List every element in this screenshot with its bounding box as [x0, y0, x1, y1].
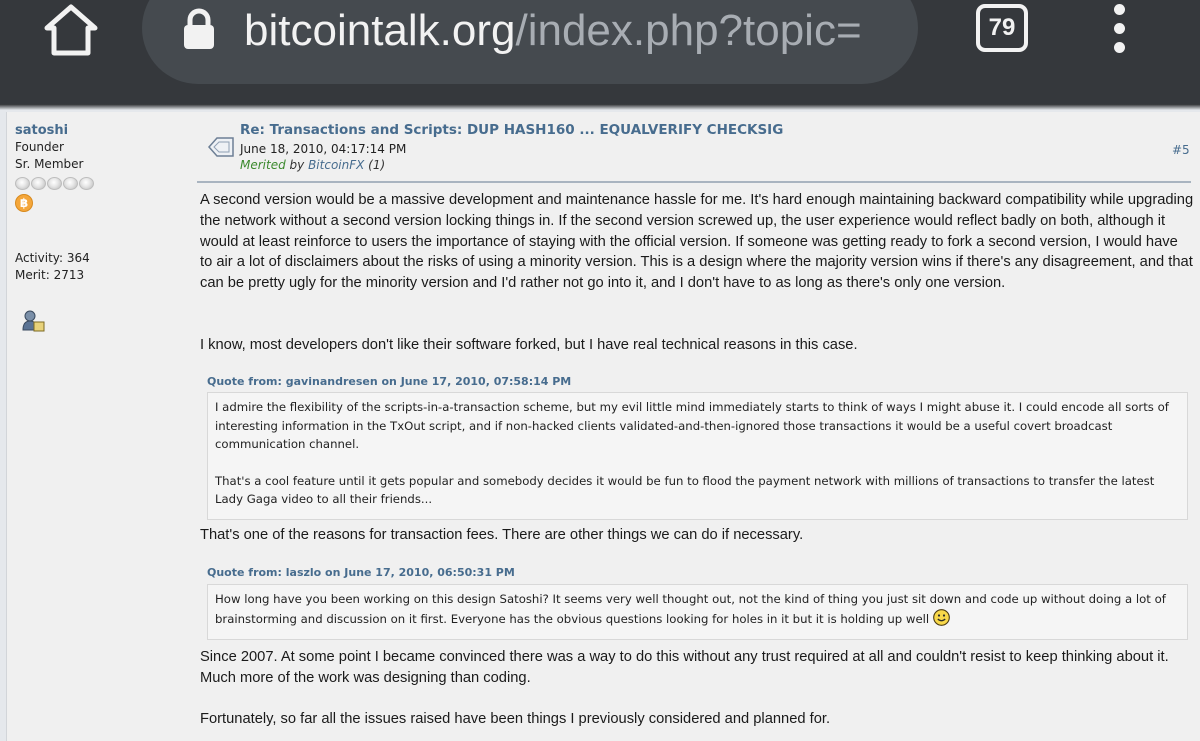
poster-merit: Merit: 2713 — [15, 268, 85, 282]
poster-name[interactable]: satoshi — [15, 122, 190, 139]
merited-line: Merited by BitcoinFX (1) — [240, 158, 385, 172]
quote-block: I admire the flexibility of the scripts-… — [207, 392, 1188, 520]
browser-toolbar: bitcointalk.org/index.php?topic= 79 — [0, 0, 1200, 104]
quote-paragraph: How long have you been working on this d… — [215, 592, 1166, 626]
star-icon — [47, 177, 62, 190]
merited-user-link[interactable]: BitcoinFX — [308, 158, 364, 172]
merited-count: (1) — [364, 158, 386, 172]
merited-by: by — [285, 158, 309, 172]
post-divider — [197, 181, 1191, 183]
view-profile-icon[interactable] — [21, 310, 45, 332]
url-path: /index.php?topic= — [515, 6, 862, 55]
quote-paragraph: That's a cool feature until it gets popu… — [215, 473, 1155, 507]
quote-block: How long have you been working on this d… — [207, 584, 1188, 640]
url-host: bitcointalk.org — [244, 6, 516, 55]
star-icon — [79, 177, 94, 190]
url-text[interactable]: bitcointalk.org/index.php?topic= — [244, 2, 900, 60]
smiley-icon — [933, 608, 950, 626]
post-paragraph: That's one of the reasons for transactio… — [200, 527, 804, 543]
post-number-link[interactable]: #5 — [1172, 143, 1190, 157]
post-paragraph: I know, most developers don't like their… — [200, 337, 858, 353]
rank-stars — [15, 177, 190, 190]
star-icon — [63, 177, 78, 190]
more-vert-icon[interactable] — [1102, 0, 1136, 56]
star-icon — [31, 177, 46, 190]
post-date: June 18, 2010, 04:17:14 PM — [240, 142, 407, 156]
home-button[interactable] — [40, 0, 102, 60]
star-icon — [15, 177, 30, 190]
quote-header-link[interactable]: Quote from: gavinandresen on June 17, 20… — [207, 375, 571, 388]
poster-title: Founder — [15, 140, 64, 154]
quote-header-link[interactable]: Quote from: laszlo on June 17, 2010, 06:… — [207, 566, 515, 579]
home-icon — [44, 4, 98, 56]
poster-info: satoshi Founder Sr. Member ฿ Activity: 3… — [15, 122, 190, 284]
lock-icon — [184, 8, 214, 49]
message-icon — [207, 137, 234, 157]
forum-post: satoshi Founder Sr. Member ฿ Activity: 3… — [6, 112, 1200, 741]
toolbar-shadow — [0, 104, 1200, 110]
post-paragraph: Fortunately, so far all the issues raise… — [200, 711, 831, 727]
tab-switcher-button[interactable]: 79 — [976, 4, 1028, 52]
post-title-link[interactable]: Re: Transactions and Scripts: DUP HASH16… — [240, 122, 783, 138]
post-paragraph: A second version would be a massive deve… — [200, 192, 1194, 292]
tab-count: 79 — [988, 14, 1016, 41]
quote-paragraph: I admire the flexibility of the scripts-… — [215, 400, 1169, 451]
poster-activity: Activity: 364 — [15, 251, 90, 265]
merited-label: Merited — [240, 158, 286, 172]
post-paragraph: Since 2007. At some point I became convi… — [200, 649, 1169, 686]
bitcoin-badge-icon: ฿ — [15, 194, 33, 212]
poster-rank: Sr. Member — [15, 157, 84, 171]
